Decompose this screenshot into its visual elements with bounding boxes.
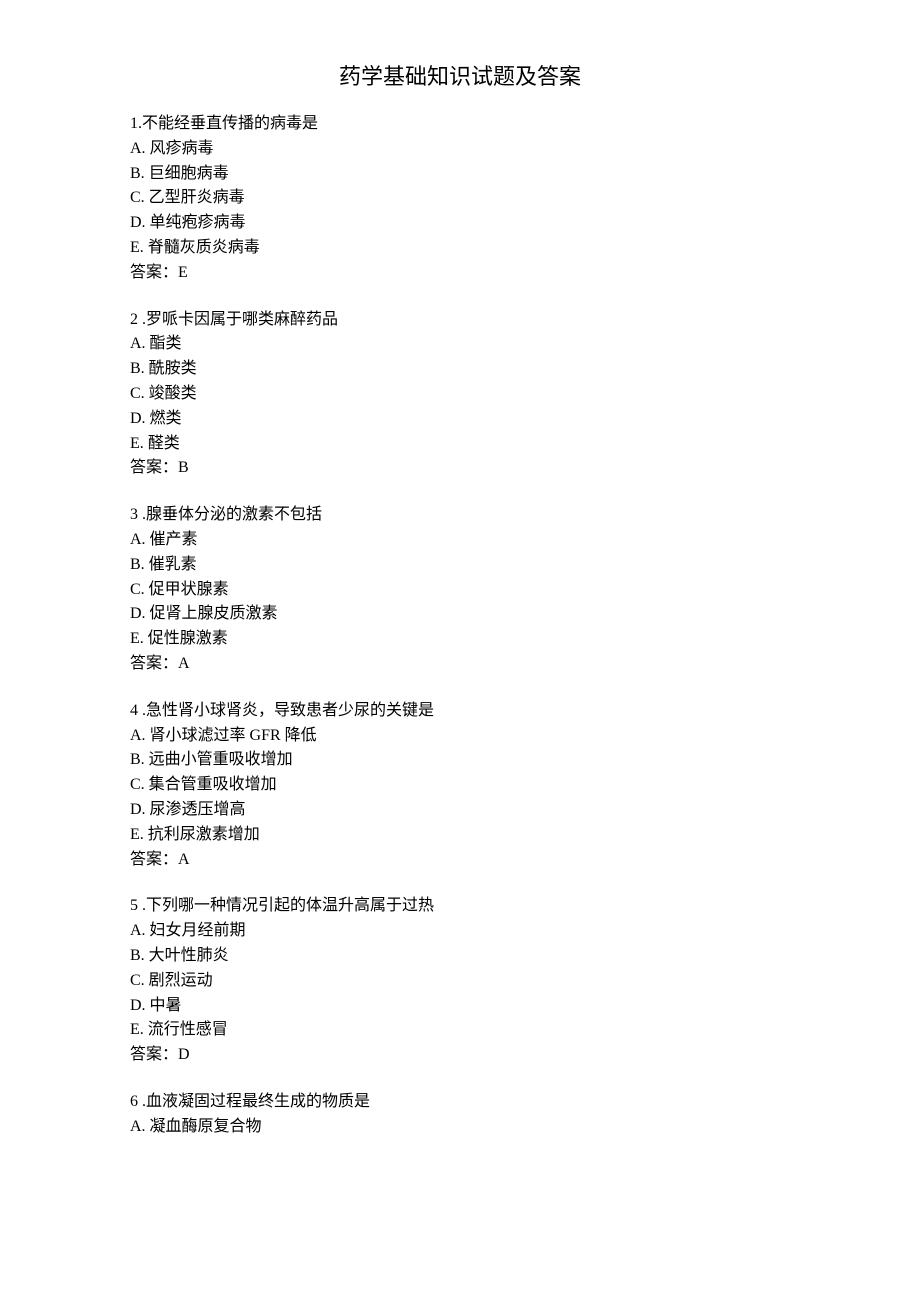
option-text: E. 脊髓灰质炎病毒 bbox=[130, 236, 790, 261]
option-text: C. 集合管重吸收增加 bbox=[130, 773, 790, 798]
question-text: 4 .急性肾小球肾炎，导致患者少尿的关键是 bbox=[130, 699, 790, 724]
question-block: 5 .下列哪一种情况引起的体温升高属于过热A. 妇女月经前期B. 大叶性肺炎C.… bbox=[130, 894, 790, 1068]
answer-text: 答案：A bbox=[130, 652, 790, 677]
option-text: D. 促肾上腺皮质激素 bbox=[130, 602, 790, 627]
questions-container: 1.不能经垂直传播的病毒是A. 风疹病毒B. 巨细胞病毒C. 乙型肝炎病毒D. … bbox=[130, 112, 790, 1139]
page-title: 药学基础知识试题及答案 bbox=[130, 60, 790, 94]
question-text: 6 .血液凝固过程最终生成的物质是 bbox=[130, 1090, 790, 1115]
option-text: E. 醛类 bbox=[130, 432, 790, 457]
option-text: E. 流行性感冒 bbox=[130, 1018, 790, 1043]
option-text: A. 凝血酶原复合物 bbox=[130, 1115, 790, 1140]
option-text: D. 单纯疱疹病毒 bbox=[130, 211, 790, 236]
option-text: E. 抗利尿激素增加 bbox=[130, 823, 790, 848]
option-text: A. 风疹病毒 bbox=[130, 137, 790, 162]
option-text: E. 促性腺激素 bbox=[130, 627, 790, 652]
option-text: C. 乙型肝炎病毒 bbox=[130, 186, 790, 211]
option-text: A. 酯类 bbox=[130, 332, 790, 357]
question-block: 4 .急性肾小球肾炎，导致患者少尿的关键是A. 肾小球滤过率 GFR 降低B. … bbox=[130, 699, 790, 873]
question-text: 1.不能经垂直传播的病毒是 bbox=[130, 112, 790, 137]
option-text: A. 肾小球滤过率 GFR 降低 bbox=[130, 724, 790, 749]
option-text: B. 远曲小管重吸收增加 bbox=[130, 748, 790, 773]
option-text: D. 尿渗透压增高 bbox=[130, 798, 790, 823]
option-text: B. 巨细胞病毒 bbox=[130, 162, 790, 187]
question-text: 2 .罗哌卡因属于哪类麻醉药品 bbox=[130, 308, 790, 333]
option-text: D. 燃类 bbox=[130, 407, 790, 432]
option-text: C. 促甲状腺素 bbox=[130, 578, 790, 603]
answer-text: 答案：A bbox=[130, 848, 790, 873]
question-block: 3 .腺垂体分泌的激素不包括A. 催产素B. 催乳素C. 促甲状腺素D. 促肾上… bbox=[130, 503, 790, 677]
answer-text: 答案：D bbox=[130, 1043, 790, 1068]
question-block: 2 .罗哌卡因属于哪类麻醉药品A. 酯类B. 酰胺类C. 竣酸类D. 燃类E. … bbox=[130, 308, 790, 482]
answer-text: 答案：E bbox=[130, 261, 790, 286]
option-text: D. 中暑 bbox=[130, 994, 790, 1019]
question-text: 3 .腺垂体分泌的激素不包括 bbox=[130, 503, 790, 528]
question-block: 1.不能经垂直传播的病毒是A. 风疹病毒B. 巨细胞病毒C. 乙型肝炎病毒D. … bbox=[130, 112, 790, 286]
question-block: 6 .血液凝固过程最终生成的物质是A. 凝血酶原复合物 bbox=[130, 1090, 790, 1140]
option-text: B. 大叶性肺炎 bbox=[130, 944, 790, 969]
option-text: B. 酰胺类 bbox=[130, 357, 790, 382]
answer-text: 答案：B bbox=[130, 456, 790, 481]
question-text: 5 .下列哪一种情况引起的体温升高属于过热 bbox=[130, 894, 790, 919]
option-text: C. 竣酸类 bbox=[130, 382, 790, 407]
option-text: B. 催乳素 bbox=[130, 553, 790, 578]
option-text: C. 剧烈运动 bbox=[130, 969, 790, 994]
option-text: A. 妇女月经前期 bbox=[130, 919, 790, 944]
option-text: A. 催产素 bbox=[130, 528, 790, 553]
